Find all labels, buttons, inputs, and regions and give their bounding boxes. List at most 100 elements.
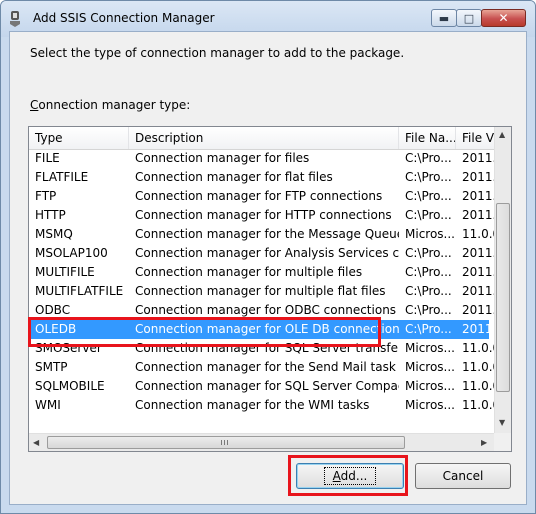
- column-header-file-name[interactable]: File Na...: [399, 127, 456, 149]
- column-header-description[interactable]: Description: [129, 127, 399, 149]
- list-header: Type Description File Na... File V: [29, 127, 511, 150]
- connection-manager-type-label: Connection manager type:: [30, 98, 190, 112]
- close-button[interactable]: ✕: [481, 9, 526, 27]
- cell-description: Connection manager for the Message Queue…: [135, 227, 399, 241]
- cell-type: FTP: [35, 189, 57, 203]
- dialog-body: Select the type of connection manager to…: [9, 31, 527, 505]
- cell-file-name: C:\Pro...: [405, 303, 452, 317]
- cell-description: Connection manager for files: [135, 151, 310, 165]
- cell-type: SMTP: [35, 360, 68, 374]
- list-row-wmi[interactable]: WMI Connection manager for the WMI tasks M…: [29, 396, 496, 415]
- cell-file-version: 2011.: [462, 151, 496, 165]
- cell-description: Connection manager for FTP connections: [135, 189, 383, 203]
- cell-file-version: 11.0.0: [462, 360, 496, 374]
- cell-file-name: C:\Pro...: [405, 189, 452, 203]
- scroll-right-icon[interactable]: ▶: [481, 439, 487, 447]
- cell-file-name: C:\Pro...: [405, 151, 452, 165]
- list-row-file[interactable]: FILE Connection manager for files C:\Pro..…: [29, 149, 496, 168]
- cell-type: MSMQ: [35, 227, 73, 241]
- cell-type: MSOLAP100: [35, 246, 108, 260]
- add-button[interactable]: Add...: [296, 463, 404, 489]
- scrollbar-corner: [494, 433, 511, 451]
- cell-file-version: 11.0.0: [462, 341, 496, 355]
- cell-type: HTTP: [35, 208, 66, 222]
- cell-type: OLEDB: [35, 322, 77, 336]
- minimize-button[interactable]: ▬: [431, 9, 457, 27]
- list-row-http[interactable]: HTTP Connection manager for HTTP connecti…: [29, 206, 496, 225]
- list-row-sqlmobile[interactable]: SQLMOBILE Connection manager for SQL Serv…: [29, 377, 496, 396]
- list-row-smoserver[interactable]: SMOServer Connection manager for SQL Serv…: [29, 339, 496, 358]
- cell-file-name: C:\Pro...: [405, 322, 452, 336]
- cell-file-version: 2011.: [462, 170, 496, 184]
- cell-file-version: 11.0.0: [462, 398, 496, 412]
- column-header-type[interactable]: Type: [29, 127, 129, 149]
- cancel-label: Cancel: [442, 469, 484, 483]
- cell-description: Connection manager for Analysis Services…: [135, 246, 399, 260]
- cell-type: FLATFILE: [35, 170, 89, 184]
- cell-description: Connection manager for the Send Mail tas…: [135, 360, 396, 374]
- cell-file-name: C:\Pro...: [405, 265, 452, 279]
- cell-type: MULTIFILE: [35, 265, 95, 279]
- cell-file-version: 2011.: [462, 208, 496, 222]
- cell-type: FILE: [35, 151, 60, 165]
- list-row-msolap100[interactable]: MSOLAP100 Connection manager for Analysis…: [29, 244, 496, 263]
- cell-file-version: 2011.: [462, 265, 496, 279]
- connection-manager-type-list[interactable]: Type Description File Na... File V FILE C…: [28, 126, 512, 452]
- add-ssis-connection-manager-window: Add SSIS Connection Manager ▬ □ ✕ Select…: [0, 0, 536, 514]
- horizontal-scroll-thumb[interactable]: [47, 436, 405, 449]
- list-row-flatfile[interactable]: FLATFILE Connection manager for flat file…: [29, 168, 496, 187]
- window-title: Add SSIS Connection Manager: [33, 11, 215, 25]
- cell-description: Connection manager for SQL Server Compac…: [135, 379, 399, 393]
- list-rows: FILE Connection manager for files C:\Pro..…: [29, 149, 496, 415]
- cell-description: Connection manager for multiple flat fil…: [135, 284, 386, 298]
- list-row-msmq[interactable]: MSMQ Connection manager for the Message Q…: [29, 225, 496, 244]
- cell-description: Connection manager for the WMI tasks: [135, 398, 370, 412]
- cell-type: SMOServer: [35, 341, 102, 355]
- cell-file-name: Micros...: [405, 398, 455, 412]
- instruction-text: Select the type of connection manager to…: [30, 46, 405, 60]
- cell-type: MULTIFLATFILE: [35, 284, 124, 298]
- cell-file-name: C:\Pro...: [405, 170, 452, 184]
- add-label: dd...: [340, 469, 368, 483]
- cancel-button[interactable]: Cancel: [415, 463, 511, 489]
- app-icon: [10, 11, 20, 27]
- vertical-scrollbar[interactable]: ▲ ▼: [494, 127, 511, 433]
- cell-file-name: C:\Pro...: [405, 284, 452, 298]
- cell-type: WMI: [35, 398, 61, 412]
- scroll-down-icon[interactable]: ▼: [499, 419, 505, 427]
- cell-file-version: 2011.: [462, 322, 496, 336]
- cell-file-version: 2011.: [462, 303, 496, 317]
- horizontal-scrollbar[interactable]: ◀ ▶: [29, 433, 494, 451]
- cell-description: Connection manager for multiple files: [135, 265, 363, 279]
- cell-file-name: Micros...: [405, 360, 455, 374]
- cell-file-version: 11.0.0: [462, 227, 496, 241]
- cell-file-name: C:\Pro...: [405, 208, 452, 222]
- cell-description: Connection manager for flat files: [135, 170, 333, 184]
- list-row-ftp[interactable]: FTP Connection manager for FTP connection…: [29, 187, 496, 206]
- list-row-multifile[interactable]: MULTIFILE Connection manager for multiple…: [29, 263, 496, 282]
- scroll-up-icon[interactable]: ▲: [499, 131, 505, 139]
- cell-file-name: Micros...: [405, 379, 455, 393]
- list-row-odbc[interactable]: ODBC Connection manager for ODBC connecti…: [29, 301, 496, 320]
- vertical-scroll-thumb[interactable]: [496, 203, 510, 392]
- list-row-multiflatfile[interactable]: MULTIFLATFILE Connection manager for mult…: [29, 282, 496, 301]
- cell-description: Connection manager for HTTP connections: [135, 208, 392, 222]
- cell-file-version: 2011.: [462, 189, 496, 203]
- scroll-left-icon[interactable]: ◀: [33, 439, 39, 447]
- cell-description: Connection manager for ODBC connections: [135, 303, 397, 317]
- cell-description: Connection manager for OLE DB connection…: [135, 322, 399, 336]
- maximize-button[interactable]: □: [456, 9, 482, 27]
- cell-file-version: 2011.: [462, 284, 496, 298]
- cell-file-name: Micros...: [405, 341, 455, 355]
- cell-file-name: Micros...: [405, 227, 455, 241]
- label-text: onnection manager type:: [38, 98, 191, 112]
- add-accelerator: A: [332, 469, 341, 483]
- cell-file-version: 11.0.0: [462, 379, 496, 393]
- cell-file-version: 2011.: [462, 246, 496, 260]
- cell-file-name: C:\Pro...: [405, 246, 452, 260]
- list-row-oledb[interactable]: OLEDB Connection manager for OLE DB conne…: [29, 320, 496, 339]
- cell-description: Connection manager for SQL Server transf…: [135, 341, 399, 355]
- list-row-smtp[interactable]: SMTP Connection manager for the Send Mail…: [29, 358, 496, 377]
- cell-type: SQLMOBILE: [35, 379, 105, 393]
- cell-type: ODBC: [35, 303, 71, 317]
